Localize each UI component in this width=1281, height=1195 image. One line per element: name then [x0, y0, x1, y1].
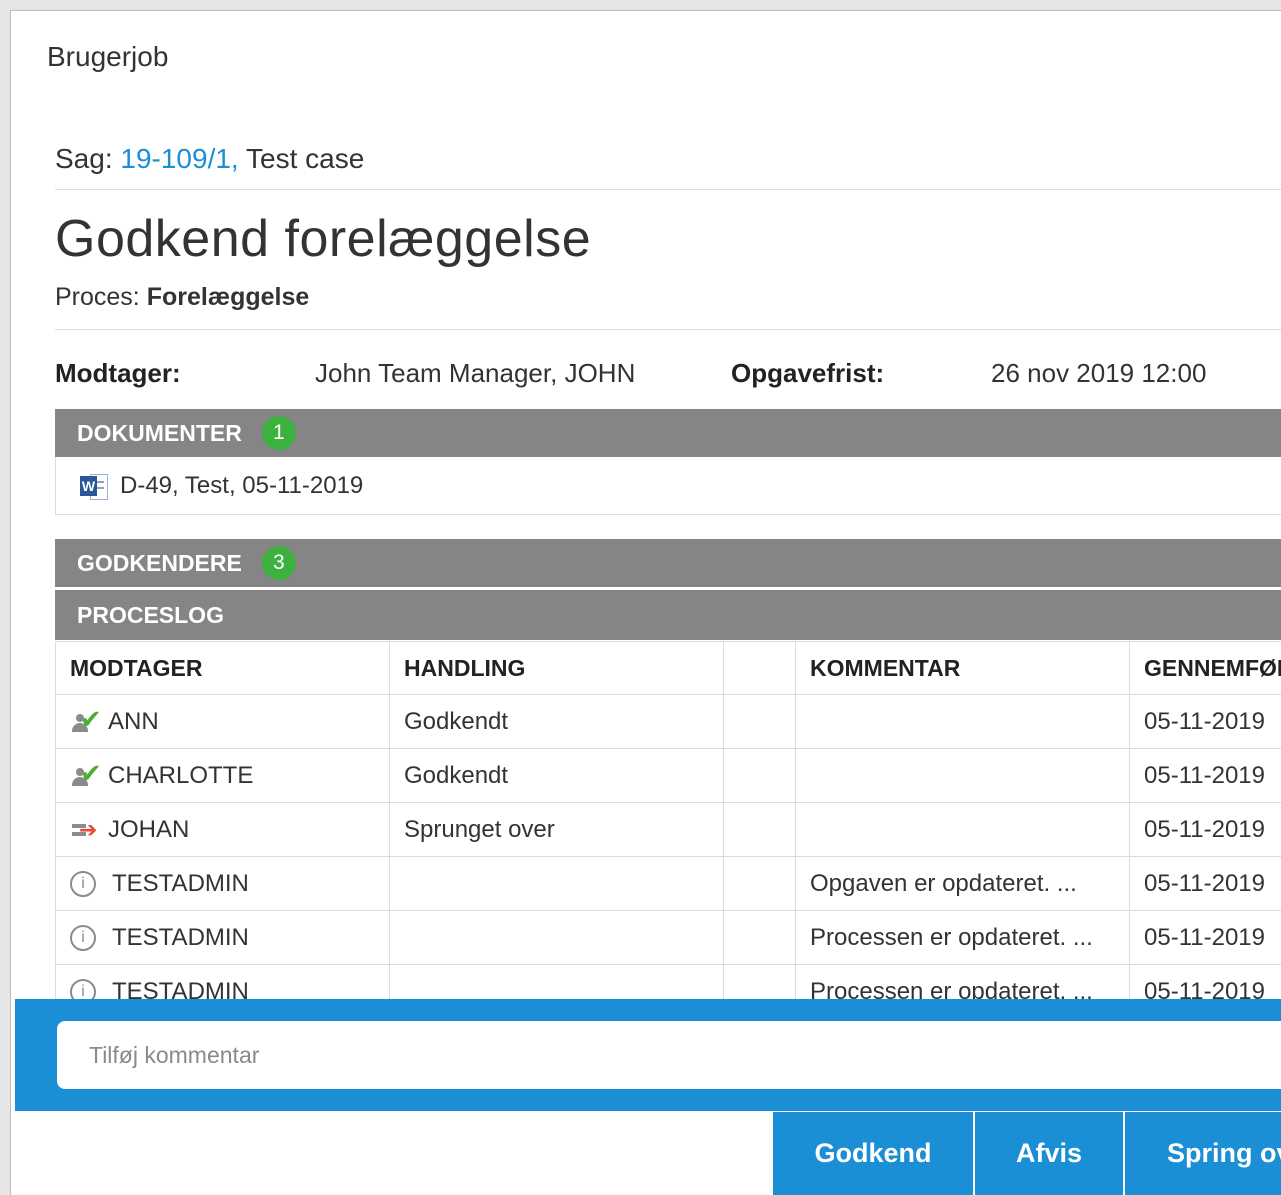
recipient-name: JOHAN	[108, 816, 189, 844]
approvers-section-header[interactable]: GODKENDERE 3	[55, 539, 1281, 587]
comment-cell	[796, 749, 1130, 803]
recipient-name: ANN	[108, 708, 159, 736]
process-log-header-label: PROCESLOG	[77, 602, 224, 629]
recipient-cell: ✔ ANN	[56, 695, 390, 749]
document-item[interactable]: W D-49, Test, 05-11-2019	[55, 457, 1281, 515]
documents-header-label: DOKUMENTER	[77, 420, 242, 447]
word-document-icon: W	[80, 472, 108, 500]
user-job-window: Brugerjob Sag: 19-109/1, Test case Godke…	[10, 10, 1281, 1195]
action-cell: Godkendt	[390, 749, 724, 803]
approved-user-icon: ✔	[70, 708, 102, 736]
reject-button[interactable]: Afvis	[975, 1112, 1125, 1195]
date-cell: 05-11-2019	[1130, 749, 1281, 803]
comment-cell	[796, 803, 1130, 857]
recipient-name: TESTADMIN	[112, 924, 249, 952]
info-icon: i	[70, 871, 96, 897]
process-value: Forelæggelse	[147, 283, 310, 311]
skipped-user-icon: ➔	[70, 816, 102, 844]
case-link[interactable]: 19-109/1,	[120, 143, 238, 174]
comment-bar	[15, 999, 1281, 1111]
documents-count-badge: 1	[262, 416, 296, 450]
case-label: Sag:	[55, 143, 113, 174]
window-title: Brugerjob	[47, 41, 168, 73]
case-title: Test case	[246, 143, 364, 174]
approvers-count-badge: 3	[262, 546, 296, 580]
table-row[interactable]: i TESTADMIN Opgaven er opdateret. ... 05…	[56, 857, 1281, 911]
deadline-value: 26 nov 2019 12:00	[991, 358, 1206, 389]
extra-cell	[724, 911, 796, 965]
column-header-completed[interactable]: GENNEMFØRT	[1130, 642, 1281, 695]
process-log-table: MODTAGER HANDLING KOMMENTAR GENNEMFØRT ✔…	[55, 641, 1281, 1019]
table-row[interactable]: ➔ JOHAN Sprunget over 05-11-2019	[56, 803, 1281, 857]
divider	[55, 189, 1281, 190]
process-label: Proces:	[55, 283, 140, 311]
page-title: Godkend forelæggelse	[55, 209, 591, 269]
table-row[interactable]: ✔ ANN Godkendt 05-11-2019	[56, 695, 1281, 749]
action-cell	[390, 857, 724, 911]
extra-cell	[724, 749, 796, 803]
date-cell: 05-11-2019	[1130, 803, 1281, 857]
recipient-cell: i TESTADMIN	[56, 911, 390, 965]
process-log-section-header[interactable]: PROCESLOG	[55, 590, 1281, 640]
recipient-name: CHARLOTTE	[108, 762, 253, 790]
approved-user-icon: ✔	[70, 762, 102, 790]
table-row[interactable]: i TESTADMIN Processen er opdateret. ... …	[56, 911, 1281, 965]
column-header-comment[interactable]: KOMMENTAR	[796, 642, 1130, 695]
extra-cell	[724, 695, 796, 749]
recipient-cell: ✔ CHARLOTTE	[56, 749, 390, 803]
recipient-cell: ➔ JOHAN	[56, 803, 390, 857]
column-header-recipient[interactable]: MODTAGER	[56, 642, 390, 695]
action-cell: Godkendt	[390, 695, 724, 749]
comment-cell	[796, 695, 1130, 749]
table-row[interactable]: ✔ CHARLOTTE Godkendt 05-11-2019	[56, 749, 1281, 803]
action-cell	[390, 911, 724, 965]
info-icon: i	[70, 925, 96, 951]
approvers-header-label: GODKENDERE	[77, 550, 242, 577]
recipient-cell: i TESTADMIN	[56, 857, 390, 911]
deadline-label: Opgavefrist:	[731, 358, 884, 389]
column-header-action[interactable]: HANDLING	[390, 642, 724, 695]
comment-cell: Processen er opdateret. ...	[796, 911, 1130, 965]
comment-cell: Opgaven er opdateret. ...	[796, 857, 1130, 911]
date-cell: 05-11-2019	[1130, 857, 1281, 911]
document-label: D-49, Test, 05-11-2019	[120, 472, 363, 500]
recipient-name: TESTADMIN	[112, 870, 249, 898]
table-header-row: MODTAGER HANDLING KOMMENTAR GENNEMFØRT	[56, 642, 1281, 695]
documents-section-header[interactable]: DOKUMENTER 1	[55, 409, 1281, 457]
column-header-extra	[724, 642, 796, 695]
divider	[55, 329, 1281, 330]
skip-button[interactable]: Spring over	[1125, 1112, 1281, 1195]
recipient-value: John Team Manager, JOHN	[315, 358, 635, 389]
extra-cell	[724, 803, 796, 857]
extra-cell	[724, 857, 796, 911]
action-cell: Sprunget over	[390, 803, 724, 857]
date-cell: 05-11-2019	[1130, 695, 1281, 749]
comment-input[interactable]	[57, 1021, 1281, 1089]
case-line: Sag: 19-109/1, Test case	[55, 143, 364, 175]
approve-button[interactable]: Godkend	[773, 1112, 975, 1195]
date-cell: 05-11-2019	[1130, 911, 1281, 965]
recipient-label: Modtager:	[55, 358, 181, 389]
process-line: Proces: Forelæggelse	[55, 283, 309, 312]
